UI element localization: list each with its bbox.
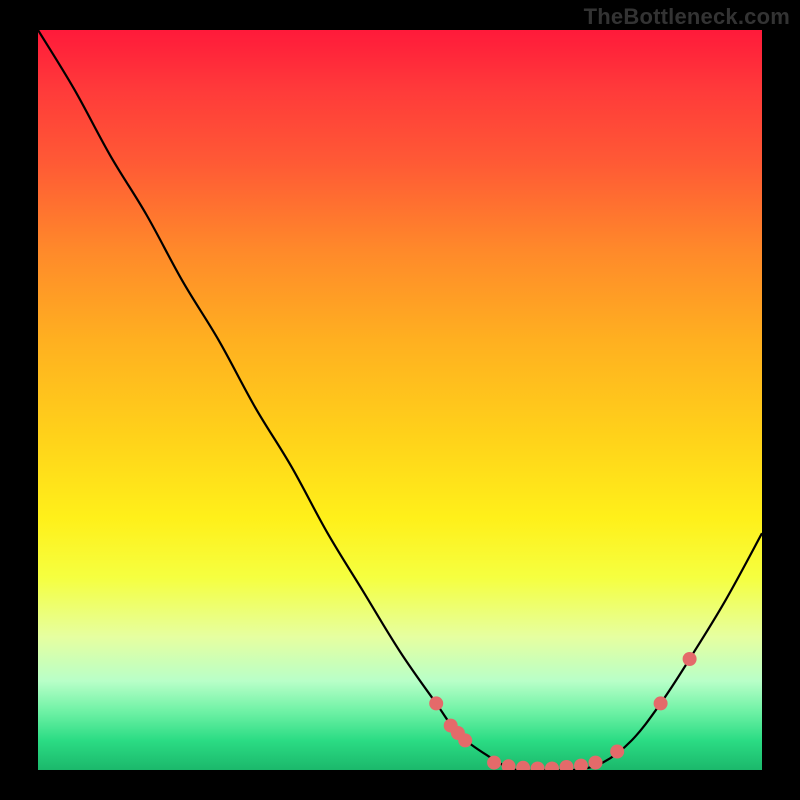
chart-frame: TheBottleneck.com [0,0,800,800]
curve-marker [654,696,668,710]
curve-svg [38,30,762,770]
curve-marker [502,759,516,770]
curve-marker [574,759,588,770]
curve-marker [560,760,574,770]
curve-marker [683,652,697,666]
curve-marker [487,756,501,770]
curve-marker [589,756,603,770]
curve-marker [429,696,443,710]
curve-marker [458,733,472,747]
curve-marker [516,761,530,770]
curve-marker [545,762,559,771]
plot-area [38,30,762,770]
bottleneck-curve-line [38,30,762,770]
curve-marker [531,762,545,771]
curve-marker [610,745,624,759]
watermark-text: TheBottleneck.com [584,4,790,30]
